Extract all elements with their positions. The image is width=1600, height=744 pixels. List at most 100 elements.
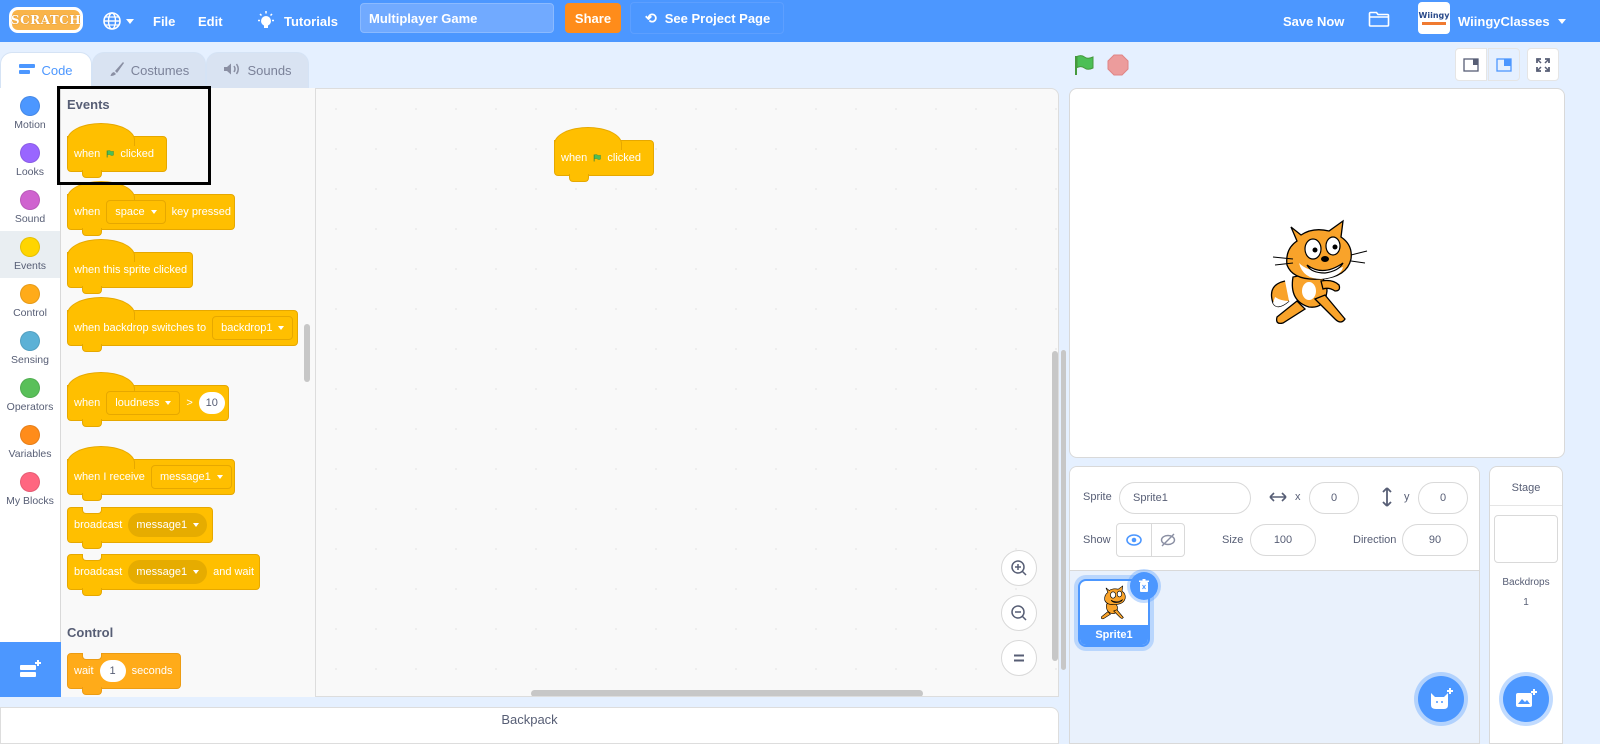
category-color-dot	[20, 425, 40, 445]
category-label: Operators	[6, 401, 54, 413]
avatar[interactable]: Wiingy	[1418, 2, 1450, 34]
globe-icon	[103, 12, 121, 30]
direction-input[interactable]: 90	[1402, 524, 1468, 556]
category-looks[interactable]: Looks	[0, 137, 60, 184]
sprite-name-input[interactable]: Sprite1	[1119, 482, 1251, 514]
category-sensing[interactable]: Sensing	[0, 325, 60, 372]
chevron-down-icon	[150, 210, 157, 214]
equals-icon	[1014, 654, 1024, 662]
edit-menu[interactable]: Edit	[198, 0, 223, 42]
size-input[interactable]: 100	[1250, 524, 1316, 556]
category-events[interactable]: Events	[0, 231, 60, 278]
block-broadcast-and-wait[interactable]: broadcast message1 and wait	[67, 554, 260, 596]
block-when-loudness[interactable]: when loudness > 10	[67, 372, 229, 427]
block-text: and wait	[213, 566, 255, 578]
message-dropdown[interactable]: message1	[150, 465, 232, 489]
message-dropdown[interactable]: message1	[128, 560, 208, 584]
hide-sprite-button[interactable]	[1150, 524, 1185, 556]
chevron-down-icon	[193, 570, 200, 574]
category-menu: Motion Looks Sound Events Control Sensin…	[0, 88, 61, 642]
add-sprite-cat-icon	[1431, 688, 1453, 709]
chevron-down-icon	[1557, 18, 1566, 24]
block-when-flag-clicked[interactable]: when clicked	[67, 123, 167, 178]
normal-stage-button[interactable]	[1488, 48, 1520, 81]
scratch-logo[interactable]: SCRATCH	[9, 7, 83, 33]
script-block-when-flag-clicked[interactable]: when clicked	[554, 127, 654, 182]
folder-icon[interactable]	[1368, 11, 1390, 27]
tab-code-label: Code	[41, 63, 73, 78]
stage-canvas[interactable]	[1069, 88, 1565, 458]
category-color-dot	[20, 472, 40, 492]
stop-button[interactable]	[1107, 54, 1129, 76]
username: WiingyClasses	[1458, 13, 1550, 29]
category-control[interactable]: Control	[0, 278, 60, 325]
share-button[interactable]: Share	[565, 3, 621, 33]
category-sound[interactable]: Sound	[0, 184, 60, 231]
tutorials-menu[interactable]: Tutorials	[256, 0, 338, 42]
category-variables[interactable]: Variables	[0, 419, 60, 466]
y-position-input[interactable]: 0	[1418, 482, 1468, 514]
backpack[interactable]: Backpack	[0, 707, 1059, 744]
backdrop-thumbnail[interactable]	[1494, 515, 1558, 563]
sprite-tile-name: Sprite1	[1080, 625, 1148, 645]
backdrop-dropdown[interactable]: backdrop1	[212, 316, 294, 340]
script-horizontal-scrollbar[interactable]	[531, 690, 923, 696]
zoom-out-button[interactable]	[1001, 595, 1037, 631]
zoom-in-button[interactable]	[1001, 550, 1037, 586]
tab-sounds-label: Sounds	[247, 63, 292, 78]
tab-code[interactable]: Code	[0, 52, 92, 88]
category-label: Variables	[8, 448, 52, 460]
category-operators[interactable]: Operators	[0, 372, 60, 419]
delete-sprite-button[interactable]	[1130, 572, 1158, 600]
category-my-blocks[interactable]: My Blocks	[0, 466, 60, 513]
project-title-input[interactable]: Multiplayer Game	[360, 3, 554, 33]
category-label: Sound	[14, 213, 46, 225]
script-area[interactable]: when clicked	[316, 88, 1059, 697]
key-dropdown[interactable]: space	[106, 200, 166, 224]
visibility-toggle	[1116, 523, 1185, 557]
tab-sounds[interactable]: Sounds	[206, 52, 309, 88]
green-flag-button[interactable]	[1073, 54, 1095, 76]
seconds-input[interactable]: 1	[99, 660, 126, 682]
dropdown-value: message1	[159, 471, 211, 483]
zoom-reset-button[interactable]	[1001, 640, 1037, 676]
block-text: when	[561, 152, 588, 164]
block-when-backdrop-switches[interactable]: when backdrop switches to backdrop1	[67, 297, 298, 352]
choose-sprite-button[interactable]	[1418, 676, 1464, 722]
tab-costumes[interactable]: Costumes	[92, 52, 206, 88]
language-menu[interactable]	[102, 0, 134, 42]
block-when-i-receive[interactable]: when I receive message1	[67, 446, 235, 501]
see-project-page-button[interactable]: ⟲ See Project Page	[630, 2, 784, 34]
block-broadcast[interactable]: broadcast message1	[67, 507, 213, 549]
block-text: when I receive	[74, 471, 145, 483]
choose-backdrop-button[interactable]	[1503, 676, 1549, 722]
save-now-button[interactable]: Save Now	[1283, 0, 1344, 42]
block-when-sprite-clicked[interactable]: when this sprite clicked	[67, 239, 193, 294]
threshold-input[interactable]: 10	[198, 392, 225, 414]
block-when-key-pressed[interactable]: when space key pressed	[67, 181, 235, 236]
normal-stage-icon	[1496, 57, 1512, 72]
add-extension-icon	[19, 659, 41, 677]
account-menu[interactable]: WiingyClasses	[1458, 0, 1566, 42]
message-dropdown[interactable]: message1	[128, 513, 208, 537]
small-stage-button[interactable]	[1455, 48, 1487, 81]
block-wait-seconds[interactable]: wait 1 seconds	[67, 653, 181, 695]
block-text: key pressed	[171, 206, 231, 218]
category-motion[interactable]: Motion	[0, 90, 60, 137]
palette-scrollbar[interactable]	[304, 324, 310, 382]
scratch-cat-sprite[interactable]	[1263, 219, 1369, 329]
stage-side-scrollbar[interactable]	[1061, 350, 1066, 670]
add-extension-button[interactable]	[0, 642, 61, 697]
category-color-dot	[20, 237, 40, 257]
show-sprite-button[interactable]	[1117, 524, 1151, 556]
sensor-dropdown[interactable]: loudness	[106, 391, 181, 415]
category-color-dot	[20, 190, 40, 210]
file-menu[interactable]: File	[153, 0, 175, 42]
x-position-input[interactable]: 0	[1309, 482, 1359, 514]
script-vertical-scrollbar[interactable]	[1052, 351, 1058, 661]
eye-slash-icon	[1160, 533, 1175, 547]
small-stage-icon	[1463, 57, 1479, 72]
category-label: Control	[13, 307, 47, 319]
fullscreen-button[interactable]	[1527, 48, 1559, 81]
sprite-info-panel: Sprite Sprite1 x 0 y 0 Show Size 100 Dir…	[1070, 467, 1479, 571]
